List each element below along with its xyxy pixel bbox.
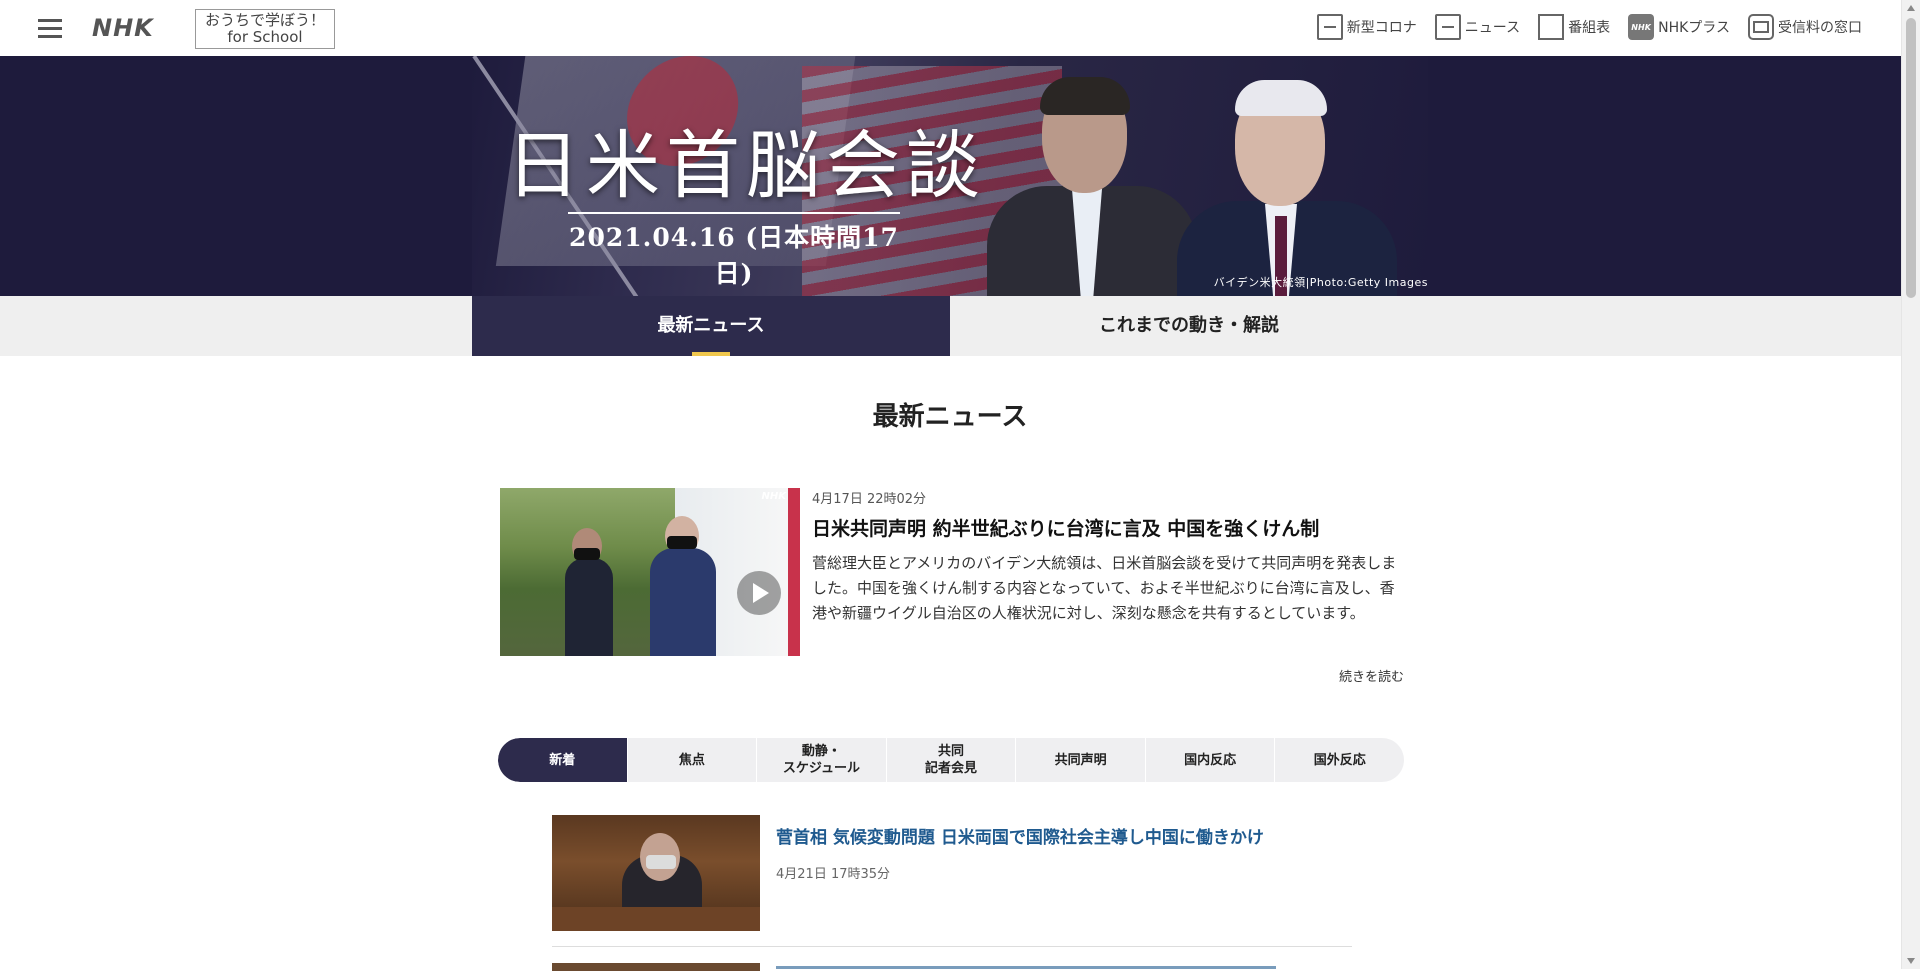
program-guide-icon	[1538, 14, 1565, 40]
menu-icon[interactable]	[38, 16, 62, 40]
news-icon	[1434, 14, 1461, 40]
news-date: 4月21日 17時35分	[776, 867, 891, 882]
page-scrollbar[interactable]	[1901, 0, 1920, 969]
category-schedule[interactable]: 動静・ スケジュール	[757, 738, 887, 782]
news-thumbnail[interactable]	[552, 815, 760, 931]
scroll-up-icon[interactable]	[1907, 5, 1915, 11]
featured-summary: 菅総理大臣とアメリカのバイデン大統領は、日米首脳会談を受けて共同声明を発表しまし…	[812, 554, 1397, 622]
reception-fee-icon	[1748, 14, 1774, 40]
play-icon[interactable]	[737, 571, 781, 615]
read-more-link[interactable]: 続きを読む	[1300, 666, 1404, 685]
category-joint-statement[interactable]: 共同声明	[1016, 738, 1146, 782]
top-header: NHK おうちで学ぼう！ for School 新型コロナ ニュース 番組表 N…	[0, 0, 1902, 57]
tab-label: 最新ニュース	[657, 315, 765, 336]
news-headline[interactable]: 菅首相 気候変動問題 日米両国で国際社会主導し中国に働きかけ	[776, 823, 1264, 848]
nav-nhk-plus[interactable]: NHK NHKプラス	[1628, 14, 1730, 40]
category-focus[interactable]: 焦点	[628, 738, 758, 782]
section-tabs: 最新ニュース これまでの動き・解説	[0, 296, 1902, 356]
tab-label: これまでの動き・解説	[1099, 315, 1279, 336]
list-item[interactable]: 菅首相 気候変動問題 日米両国で国際社会主導し中国に働きかけ 4月21日 17時…	[552, 815, 1352, 935]
category-filter: 新着 焦点 動静・ スケジュール 共同 記者会見 共同声明 国内反応 国外反応	[498, 738, 1404, 782]
photo-credit: バイデン米大統領|Photo:Getty Images	[1213, 276, 1428, 289]
school-line2: for School	[227, 28, 303, 46]
category-new[interactable]: 新着	[498, 738, 628, 782]
nav-label: NHKプラス	[1658, 20, 1730, 36]
nav-news[interactable]: ニュース	[1434, 14, 1521, 40]
featured-headline[interactable]: 日米共同声明 約半世紀ぶりに台湾に言及 中国を強くけん制	[812, 514, 1319, 541]
top-nav: 新型コロナ ニュース 番組表 NHK NHKプラス 受信料の窓口	[1316, 14, 1862, 40]
nav-corona[interactable]: 新型コロナ	[1316, 14, 1417, 40]
category-press-conference[interactable]: 共同 記者会見	[887, 738, 1017, 782]
tab-history-commentary[interactable]: これまでの動き・解説	[950, 296, 1428, 356]
scroll-down-icon[interactable]	[1907, 958, 1915, 964]
video-nhk-tag: NHK	[761, 491, 787, 502]
scrollbar-thumb[interactable]	[1906, 18, 1916, 298]
featured-video-thumbnail[interactable]: NHK	[500, 488, 800, 656]
school-line1: おうちで学ぼう！	[204, 11, 325, 29]
nhk-plus-icon: NHK	[1628, 14, 1655, 40]
suga-photo	[987, 77, 1197, 296]
banner-date: 2021.04.16 (日本時間17日)	[568, 212, 900, 296]
for-school-link[interactable]: おうちで学ぼう！ for School	[195, 9, 335, 49]
nav-program-guide[interactable]: 番組表	[1538, 14, 1610, 40]
active-tab-indicator	[692, 352, 730, 356]
nav-label: 受信料の窓口	[1778, 20, 1862, 36]
hero-banner: 日米首脳会談 2021.04.16 (日本時間17日) バイデン米大統領|Pho…	[0, 56, 1902, 296]
news-thumbnail-partial[interactable]	[552, 963, 760, 971]
nav-reception-fee[interactable]: 受信料の窓口	[1748, 14, 1862, 40]
banner-title: 日米首脳会談	[506, 123, 986, 209]
biden-photo	[1177, 80, 1397, 296]
nav-label: 番組表	[1568, 20, 1611, 36]
nav-label: ニュース	[1464, 20, 1521, 36]
featured-date: 4月17日 22時02分	[812, 492, 927, 507]
section-title: 最新ニュース	[872, 402, 1028, 432]
corona-icon	[1316, 14, 1343, 40]
nhk-logo[interactable]: NHK	[92, 14, 154, 42]
nav-label: 新型コロナ	[1346, 20, 1417, 36]
category-foreign-reaction[interactable]: 国外反応	[1275, 738, 1404, 782]
tab-latest-news[interactable]: 最新ニュース	[472, 296, 950, 356]
banner-image: 日米首脳会談 2021.04.16 (日本時間17日) バイデン米大統領|Pho…	[472, 56, 1428, 296]
list-divider	[552, 946, 1352, 947]
category-domestic-reaction[interactable]: 国内反応	[1146, 738, 1276, 782]
